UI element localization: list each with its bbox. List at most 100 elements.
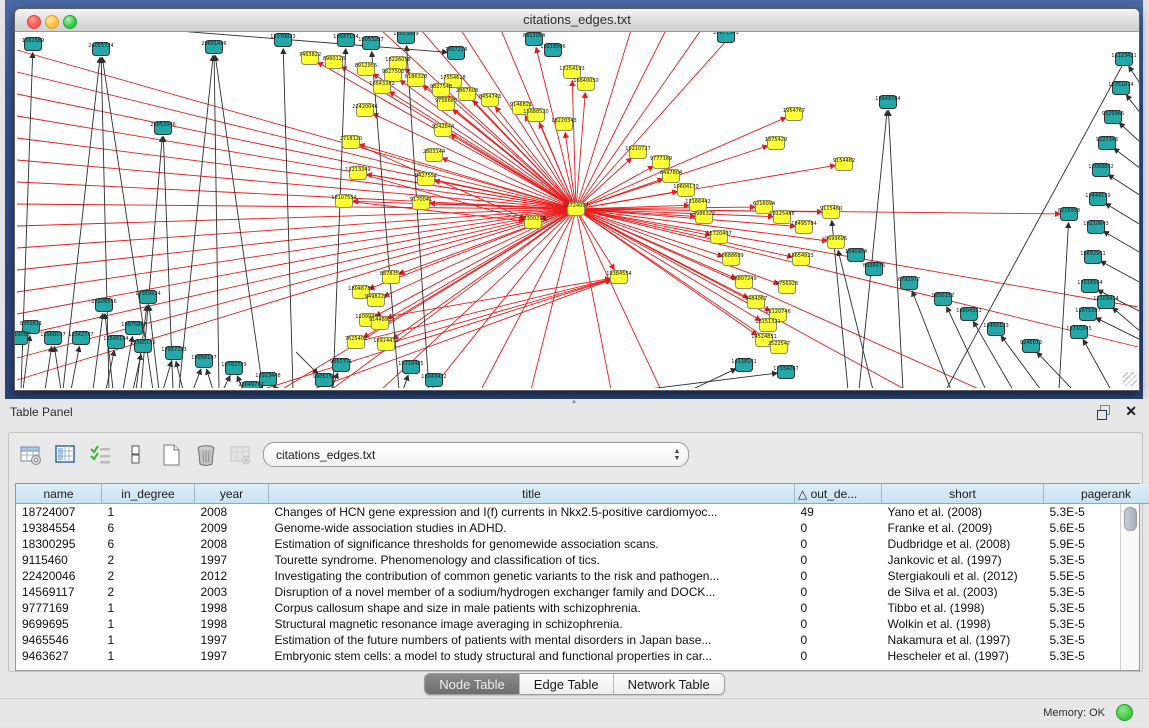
citation-edge-red[interactable] (17, 138, 576, 209)
tab-network-table[interactable]: Network Table (614, 674, 724, 694)
table-cell[interactable]: Estimation of the future numbers of pati… (269, 632, 795, 648)
table-row[interactable]: 946362711997Embryonic stem cells: a mode… (16, 648, 1149, 664)
table-cell[interactable]: 1 (102, 632, 195, 648)
citation-edge-black[interactable] (45, 347, 52, 388)
table-row[interactable]: 977716911998Corpus callosum shape and si… (16, 600, 1149, 616)
table-cell[interactable]: 1998 (195, 600, 269, 616)
new-table-button[interactable] (155, 441, 186, 472)
table-cell[interactable]: 1997 (195, 632, 269, 648)
table-row[interactable]: 911546021997Tourette syndrome. Phenomeno… (16, 552, 1149, 568)
network-view-window[interactable]: citations_edges.txt 18724007166268924055… (14, 8, 1140, 391)
graph-node-3919087[interactable]: 3919087 (15, 332, 30, 345)
graph-node-12342757[interactable]: 12342757 (68, 332, 93, 345)
graph-node-12093832[interactable]: 12093832 (1088, 164, 1113, 177)
table-cell[interactable]: 18300295 (16, 536, 102, 552)
citation-edge-black[interactable] (179, 56, 213, 388)
graph-node-16543382[interactable]: 16543382 (369, 81, 394, 94)
citation-edge-black[interactable] (93, 314, 103, 388)
graph-node-6497804[interactable]: 6497804 (660, 170, 682, 183)
column-header-title[interactable]: title (269, 484, 795, 504)
graph-node-8960128[interactable]: 8960128 (323, 56, 345, 69)
row-height-button[interactable] (120, 441, 151, 472)
graph-node-9699695[interactable]: 9699695 (825, 236, 847, 249)
citation-edge-red[interactable] (576, 209, 770, 311)
citation-edge-black[interactable] (1114, 148, 1139, 169)
graph-node-15276023[interactable]: 15276023 (270, 34, 295, 47)
table-cell[interactable]: 1 (102, 648, 195, 664)
graph-node-7463822[interactable]: 7463822 (299, 52, 321, 65)
table-cell[interactable]: 49 (795, 504, 882, 521)
graph-node-8878354[interactable]: 8878354 (380, 271, 402, 284)
select-columns-button[interactable] (85, 441, 116, 472)
citation-edge-black[interactable] (274, 386, 277, 388)
graph-node-11123421[interactable]: 11123421 (1111, 53, 1136, 66)
graph-node-18807249[interactable]: 18807249 (731, 276, 756, 289)
graph-node-10688609[interactable]: 10688609 (718, 253, 743, 266)
table-cell[interactable]: 0 (795, 552, 882, 568)
citation-edge-black[interactable] (1120, 123, 1139, 143)
table-scrollbar-thumb[interactable] (1124, 507, 1137, 531)
graph-node-11568197[interactable]: 11568197 (40, 332, 65, 345)
table-cell[interactable]: Embryonic stem cells: a model to study s… (269, 648, 795, 664)
table-cell[interactable]: Disruption of a novel member of a sodium… (269, 584, 795, 600)
graph-node-19210727[interactable]: 19210727 (625, 146, 650, 159)
graph-node-1662689[interactable]: 1662689 (22, 38, 44, 51)
graph-node-10053287[interactable]: 10053287 (358, 37, 383, 50)
citation-edge-black[interactable] (333, 49, 346, 388)
citation-edge-black[interactable] (1037, 353, 1073, 388)
table-cell[interactable]: 0 (795, 536, 882, 552)
graph-node-9427552[interactable]: 9427552 (415, 173, 437, 186)
table-cell[interactable]: Structural magnetic resonance image aver… (269, 616, 795, 632)
graph-node-9170041[interactable]: 9170041 (410, 197, 432, 210)
table-cell[interactable]: Dudbridge et al. (2008) (882, 536, 1044, 552)
graph-node-9827548[interactable]: 9827548 (430, 84, 452, 97)
graph-node-9154482[interactable]: 9154482 (833, 158, 855, 171)
graph-node-6791977[interactable]: 6791977 (898, 277, 920, 290)
graph-node-19958107[interactable]: 19958107 (191, 355, 216, 368)
graph-node-9498222[interactable]: 9498222 (365, 294, 387, 307)
citation-edge-black[interactable] (163, 362, 171, 388)
graph-node-12505135[interactable]: 12505135 (130, 340, 155, 353)
graph-node-9777169[interactable]: 9777169 (650, 156, 672, 169)
citation-edge-black[interactable] (1059, 223, 1068, 388)
delete-table-button[interactable] (190, 441, 221, 472)
graph-node-19218506[interactable]: 19218506 (540, 44, 565, 57)
table-row[interactable]: 1938455462009Genome-wide association stu… (16, 520, 1149, 536)
graph-node-9242844[interactable]: 9242844 (432, 124, 454, 137)
table-cell[interactable]: 2 (102, 568, 195, 584)
graph-node-9245012[interactable]: 9245012 (1020, 340, 1042, 353)
citation-edge-black[interactable] (691, 369, 736, 388)
float-window-icon[interactable] (1097, 405, 1111, 419)
graph-node-16904321[interactable]: 16904321 (956, 308, 981, 321)
citation-edge-red[interactable] (451, 135, 576, 209)
graph-node-9144893[interactable]: 9144893 (369, 317, 391, 330)
table-row[interactable]: 1456911722003Disruption of a novel membe… (16, 584, 1149, 600)
table-cell[interactable]: Investigating the contribution of common… (269, 568, 795, 584)
table-scrollbar[interactable] (1120, 504, 1139, 670)
table-cell[interactable]: 0 (795, 648, 882, 664)
graph-node-2803144[interactable]: 2803144 (423, 149, 445, 162)
table-cell[interactable]: 6 (102, 536, 195, 552)
graph-node-9905151[interactable]: 9905151 (313, 374, 335, 387)
graph-node-8454743[interactable]: 8454743 (479, 94, 501, 107)
citation-edge-black[interactable] (193, 369, 201, 388)
citation-edge-red[interactable] (576, 32, 631, 209)
table-cell[interactable]: 1998 (195, 616, 269, 632)
network-canvas[interactable]: 1872400716626892405572420691406152760231… (15, 32, 1139, 388)
close-icon[interactable]: ✕ (1125, 403, 1137, 420)
citation-edge-black[interactable] (888, 111, 903, 388)
graph-node-12213349[interactable]: 12213349 (345, 167, 370, 180)
table-row[interactable]: 1830029562008Estimation of significance … (16, 536, 1149, 552)
table-cell[interactable]: de Silva et al. (2003) (882, 584, 1044, 600)
graph-node-9850152[interactable]: 9850152 (932, 293, 954, 306)
table-cell[interactable]: 0 (795, 568, 882, 584)
graph-node-12444159[interactable]: 12444159 (1085, 193, 1110, 206)
table-select-dropdown[interactable]: citations_edges.txt ▲▼ (263, 442, 689, 467)
table-cell[interactable]: 14569117 (16, 584, 102, 600)
graph-node-20206556[interactable]: 20206556 (91, 299, 116, 312)
network-window-titlebar[interactable]: citations_edges.txt (15, 9, 1139, 32)
graph-node-19654923[interactable]: 19654923 (788, 253, 813, 266)
table-cell[interactable]: 0 (795, 584, 882, 600)
citation-edge-black[interactable] (641, 373, 777, 388)
graph-node-9227343[interactable]: 9227343 (1096, 137, 1118, 150)
